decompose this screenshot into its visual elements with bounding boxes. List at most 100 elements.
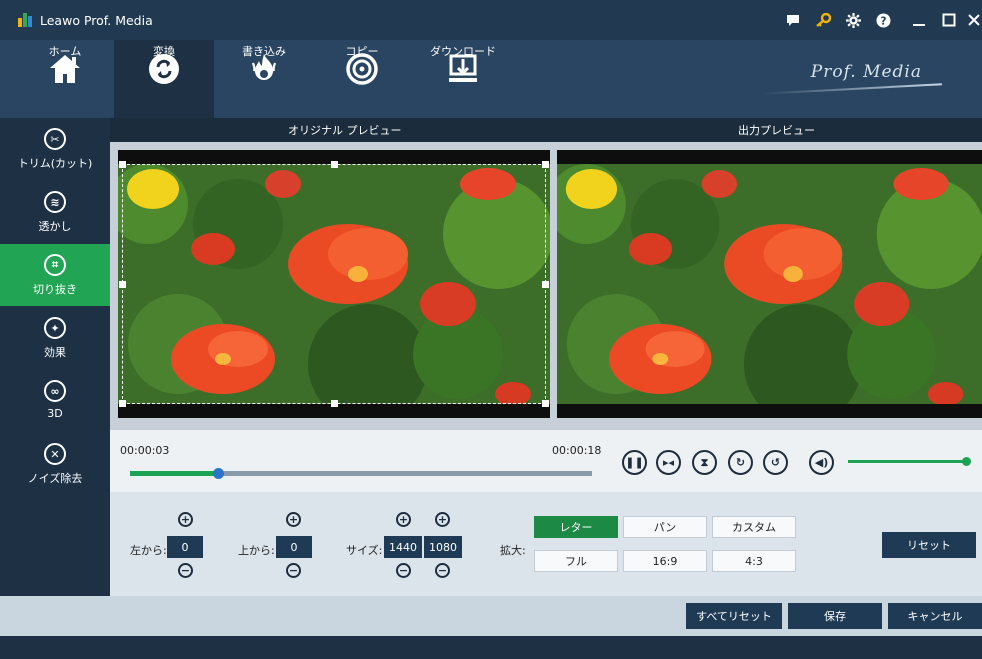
tab-download[interactable]: ダウンロード [413, 40, 513, 118]
app-logo-icon [18, 13, 32, 27]
left-decrease-button[interactable]: − [178, 563, 193, 578]
rotate-right-button[interactable]: ↻ [728, 450, 753, 475]
zoom-option-4-3[interactable]: 4:3 [712, 550, 796, 572]
tab-burn-label: 書き込み [242, 45, 286, 58]
crop-handle[interactable] [119, 400, 126, 407]
sidebar-item-label: ノイズ除去 [27, 472, 83, 485]
progress-fill [130, 471, 218, 476]
progress-track[interactable] [130, 468, 592, 479]
zoom-option-letter[interactable]: レター [534, 516, 618, 538]
zoom-label: 拡大: [500, 544, 526, 557]
sidebar-item-label: 効果 [44, 346, 66, 359]
save-button[interactable]: 保存 [788, 603, 882, 629]
brand-swoosh [762, 83, 942, 95]
3d-glasses-icon: ∞ [44, 380, 66, 402]
reset-button[interactable]: リセット [882, 532, 976, 558]
tab-copy-label: コピー [345, 45, 379, 58]
zoom-option-pan[interactable]: パン [623, 516, 707, 538]
status-strip [0, 636, 982, 659]
sidebar-item-crop[interactable]: ⌗ 切り抜き [0, 244, 110, 306]
left-offset-label: 左から: [130, 544, 167, 557]
zoom-option-custom[interactable]: カスタム [712, 516, 796, 538]
crop-handle[interactable] [542, 161, 549, 168]
sidebar-item-label: トリム(カット) [17, 157, 93, 170]
height-field[interactable]: 1080 [424, 536, 462, 558]
tab-copy[interactable]: コピー [312, 40, 412, 118]
crop-settings-panel: 左から: + 0 − 上から: + 0 − サイズ: + 1440 − + 10… [110, 492, 982, 596]
close-icon[interactable] [966, 9, 982, 31]
width-field[interactable]: 1440 [384, 536, 422, 558]
top-offset-field[interactable]: 0 [276, 536, 312, 558]
crop-selection-box[interactable] [119, 161, 549, 407]
width-increase-button[interactable]: + [396, 512, 411, 527]
reset-all-button[interactable]: すべてリセット [686, 603, 782, 629]
sidebar-item-label: 3D [47, 407, 63, 420]
zoom-option-16-9[interactable]: 16:9 [623, 550, 707, 572]
zoom-option-full[interactable]: フル [534, 550, 618, 572]
crop-handle[interactable] [542, 400, 549, 407]
svg-text:?: ? [880, 15, 886, 27]
original-preview-label: オリジナル プレビュー [288, 124, 402, 137]
tab-convert-label: 変換 [153, 45, 175, 58]
cancel-button[interactable]: キャンセル [888, 603, 982, 629]
help-icon[interactable]: ? [872, 9, 894, 31]
tab-home[interactable]: ホーム [15, 40, 115, 118]
pause-button[interactable]: ❚❚ [622, 450, 647, 475]
main-toolbar: ホーム 変換 書き込み コピー ダウンロード Prof. Media [0, 40, 982, 118]
width-decrease-button[interactable]: − [396, 563, 411, 578]
scissors-icon: ✂ [44, 128, 66, 150]
size-label: サイズ: [346, 544, 383, 557]
player-controls: 00:00:03 00:00:18 ❚❚ ▸◂ ⧗ ↻ ↺ ◀) [110, 430, 982, 492]
effect-icon: ✦ [44, 317, 66, 339]
tab-burn[interactable]: 書き込み [214, 40, 314, 118]
preview-area: オリジナル プレビュー 出力プレビュー [110, 118, 982, 430]
edit-sidebar: ✂ トリム(カット) ≋ 透かし ⌗ 切り抜き ✦ 効果 ∞ 3D ✕ ノイズ除… [0, 118, 110, 598]
sidebar-item-label: 切り抜き [33, 283, 77, 296]
crop-handle[interactable] [119, 161, 126, 168]
volume-icon[interactable]: ◀) [809, 450, 834, 475]
chat-icon[interactable] [782, 9, 804, 31]
title-bar: Leawo Prof. Media ? [0, 0, 982, 40]
sidebar-item-label: 透かし [38, 220, 72, 233]
footer-bar: すべてリセット 保存 キャンセル [0, 596, 982, 636]
flip-vertical-button[interactable]: ⧗ [692, 450, 717, 475]
gear-icon[interactable] [842, 9, 864, 31]
volume-slider[interactable] [848, 460, 968, 463]
key-icon[interactable] [812, 9, 834, 31]
crop-handle[interactable] [331, 161, 338, 168]
watermark-icon: ≋ [44, 191, 66, 213]
total-time: 00:00:18 [552, 444, 602, 457]
crop-handle[interactable] [119, 281, 126, 288]
top-decrease-button[interactable]: − [286, 563, 301, 578]
sidebar-item-3d[interactable]: ∞ 3D [0, 370, 110, 432]
minimize-icon[interactable] [908, 9, 930, 31]
crop-handle[interactable] [331, 400, 338, 407]
output-preview-label: 出力プレビュー [738, 124, 815, 137]
sidebar-item-trim[interactable]: ✂ トリム(カット) [0, 118, 110, 180]
maximize-icon[interactable] [938, 9, 960, 31]
output-preview-pane [557, 150, 982, 418]
denoise-icon: ✕ [44, 443, 66, 465]
current-time: 00:00:03 [120, 444, 170, 457]
left-offset-field[interactable]: 0 [167, 536, 203, 558]
crop-icon: ⌗ [44, 254, 66, 276]
tab-home-label: ホーム [48, 45, 82, 58]
height-increase-button[interactable]: + [435, 512, 450, 527]
progress-thumb[interactable] [212, 468, 224, 479]
brand-logo: Prof. Media [810, 62, 922, 82]
rotate-left-button[interactable]: ↺ [763, 450, 788, 475]
crop-handle[interactable] [542, 281, 549, 288]
top-offset-label: 上から: [238, 544, 275, 557]
top-increase-button[interactable]: + [286, 512, 301, 527]
tab-download-label: ダウンロード [430, 45, 496, 58]
original-preview-pane[interactable] [118, 150, 550, 418]
left-increase-button[interactable]: + [178, 512, 193, 527]
sidebar-item-denoise[interactable]: ✕ ノイズ除去 [0, 433, 110, 495]
step-frame-button[interactable]: ▸◂ [656, 450, 681, 475]
app-title: Leawo Prof. Media [40, 12, 153, 28]
tab-convert[interactable]: 変換 [114, 40, 214, 118]
height-decrease-button[interactable]: − [435, 563, 450, 578]
sidebar-item-effect[interactable]: ✦ 効果 [0, 307, 110, 369]
volume-thumb[interactable] [962, 457, 971, 466]
sidebar-item-watermark[interactable]: ≋ 透かし [0, 181, 110, 243]
